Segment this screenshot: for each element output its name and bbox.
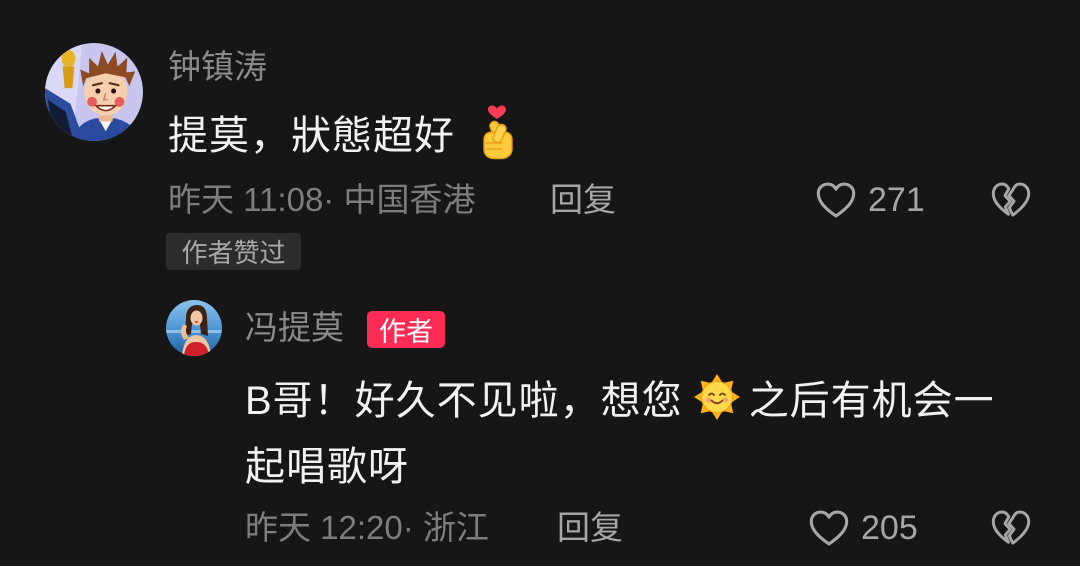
author-liked-badge: 作者赞过 [166,233,301,270]
reply-text-segment: 之后有机会一 [748,379,995,423]
commenter-avatar[interactable] [45,43,143,141]
reply-text-line-2: 起唱歌呀 [245,430,409,496]
commenter-username[interactable]: 钟镇涛 [168,47,267,87]
like-button[interactable]: 271 [815,180,925,220]
like-count: 205 [861,509,918,547]
reply-text-segment: B哥！好久不见啦，想您 [245,379,683,423]
dislike-button[interactable] [990,181,1032,219]
broken-heart-icon[interactable] [990,509,1032,547]
photo-avatar-image [166,300,222,356]
dislike-button[interactable] [990,509,1032,547]
broken-heart-icon[interactable] [990,181,1032,219]
like-button[interactable]: 205 [808,508,918,548]
like-count: 271 [868,181,925,219]
replier-username[interactable]: 冯提莫 [245,308,344,348]
comment-text-content: 提莫，狀態超好 [168,114,455,158]
reply-button[interactable]: 回复 [557,508,623,548]
comment-meta: 昨天 11:08· 中国香港 [168,181,476,218]
sun-smile-emoji-icon [692,372,742,422]
cartoon-avatar-image [45,43,143,141]
reply-button[interactable]: 回复 [550,180,616,220]
comment-text: 提莫，狀態超好 [168,104,517,160]
heart-outline-icon[interactable] [815,181,857,219]
finger-heart-emoji-icon [477,104,517,160]
reply-text-line-1: B哥！好久不见啦，想您 之后有机会一 [245,364,995,430]
author-tag: 作者 [367,311,445,348]
heart-outline-icon[interactable] [808,509,850,547]
reply-meta: 昨天 12:20· 浙江 [245,509,489,546]
replier-avatar[interactable] [166,300,222,356]
reply-text-segment: 起唱歌呀 [245,445,409,489]
